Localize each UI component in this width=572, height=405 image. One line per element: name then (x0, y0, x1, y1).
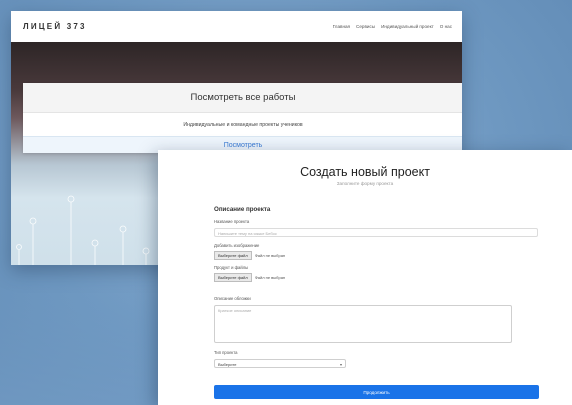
project-name-input[interactable]: Напишите тему на языке Бебос (214, 228, 538, 237)
nav-link-home[interactable]: Главная (333, 24, 350, 29)
nav-link-individual-project[interactable]: Индивидуальный проект (381, 24, 434, 29)
project-type-value: Выберите (218, 362, 237, 367)
cover-image-label: Добавить изображение (214, 243, 260, 248)
nav-link-about[interactable]: О нас (440, 24, 452, 29)
top-navbar: ЛИЦЕЙ 373 Главная Сервисы Индивидуальный… (11, 11, 462, 42)
nav-link-services[interactable]: Сервисы (356, 24, 375, 29)
nav-links: Главная Сервисы Индивидуальный проект О … (333, 24, 452, 29)
description-textarea[interactable]: Краткое описание (214, 305, 512, 343)
project-name-label: Название проекта (214, 219, 250, 224)
page-title: Создать новый проект (300, 165, 430, 179)
project-file-status: Файл не выбран (254, 274, 286, 280)
works-card: Посмотреть все работы Индивидуальные и к… (23, 83, 462, 153)
submit-button[interactable]: Продолжить (214, 385, 539, 399)
project-type-select[interactable]: Выберите ▾ (214, 359, 346, 368)
page-subtitle: Заполните форму проекта (336, 181, 394, 186)
works-card-title: Посмотреть все работы (23, 83, 462, 113)
project-type-label: Тип проекта (214, 350, 238, 355)
description-label: Описание обложки (214, 296, 251, 301)
section-title: Описание проекта (214, 206, 271, 213)
cover-file-status: Файл не выбран (254, 252, 286, 258)
project-file-label: Продукт и файлы (214, 265, 249, 270)
brand-logo[interactable]: ЛИЦЕЙ 373 (23, 22, 87, 31)
project-file-input[interactable]: Выберите файл Файл не выбран (214, 272, 286, 282)
cover-choose-file-button[interactable]: Выберите файл (214, 250, 252, 260)
works-card-subtitle: Индивидуальные и командные проекты учени… (23, 113, 462, 137)
chevron-down-icon: ▾ (339, 362, 342, 367)
project-choose-file-button[interactable]: Выберите файл (214, 272, 252, 282)
cover-file-input[interactable]: Выберите файл Файл не выбран (214, 250, 286, 260)
create-project-window: Создать новый проект Заполните форму про… (158, 150, 572, 405)
